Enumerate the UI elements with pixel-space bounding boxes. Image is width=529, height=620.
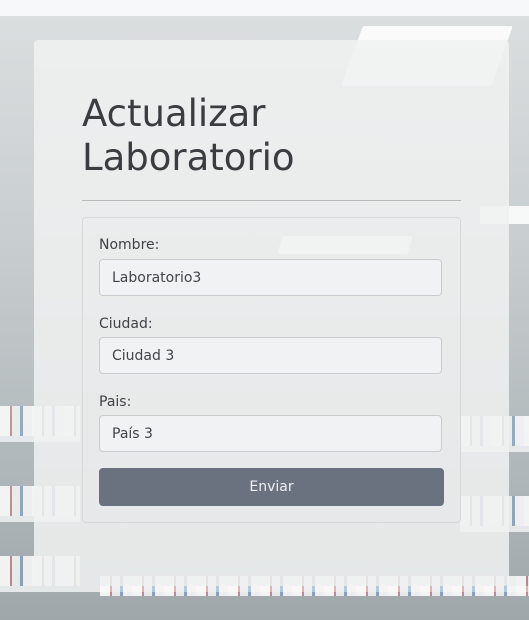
page-title: Actualizar Laboratorio [82, 92, 295, 179]
update-laboratory-card: Actualizar Laboratorio Nombre: Ciudad: P… [34, 40, 509, 586]
name-label: Nombre: [99, 237, 160, 253]
country-input[interactable] [99, 415, 442, 452]
submit-button[interactable]: Enviar [99, 468, 444, 506]
top-bar [0, 0, 529, 16]
divider [82, 200, 461, 201]
city-label: Ciudad: [99, 316, 153, 332]
city-input[interactable] [99, 337, 442, 374]
name-input[interactable] [99, 259, 442, 296]
laboratory-form: Nombre: Ciudad: Pais: Enviar [82, 217, 461, 523]
country-label: Pais: [99, 394, 132, 410]
